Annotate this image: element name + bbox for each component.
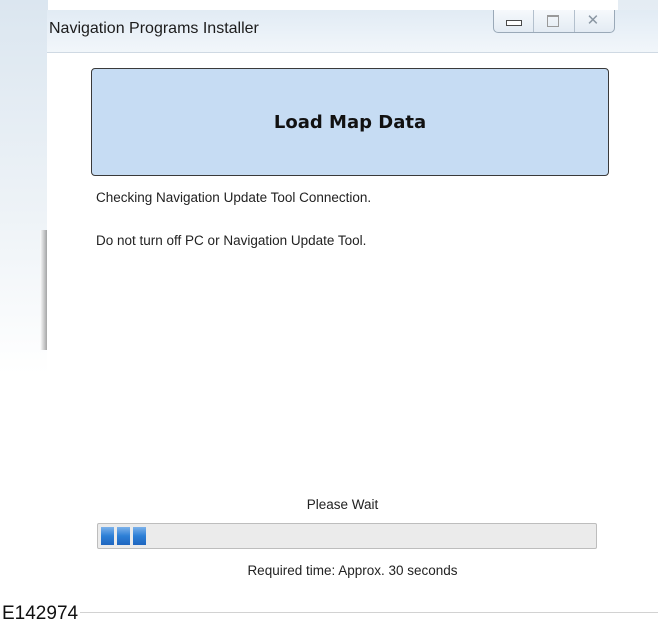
progress-segment	[133, 527, 146, 545]
window-controls: ✕	[493, 10, 615, 33]
window-bottom-border	[47, 612, 658, 613]
installer-window: Navigation Programs Installer ✕ Load Map…	[47, 10, 658, 614]
progress-segment	[117, 527, 130, 545]
figure-code-label: E142974	[2, 603, 81, 624]
progress-bar	[97, 523, 597, 549]
header-panel: Load Map Data	[91, 68, 609, 176]
title-bar[interactable]: Navigation Programs Installer ✕	[47, 10, 658, 53]
close-button[interactable]: ✕	[575, 10, 614, 32]
maximize-icon	[547, 15, 560, 27]
progress-fill	[101, 527, 146, 545]
window-title: Navigation Programs Installer	[49, 20, 259, 37]
minimize-button[interactable]	[494, 10, 535, 32]
maximize-button[interactable]	[534, 10, 575, 32]
status-message-connection: Checking Navigation Update Tool Connecti…	[96, 190, 372, 205]
desktop-background-left	[0, 0, 48, 624]
status-message-warning: Do not turn off PC or Navigation Update …	[96, 233, 367, 248]
window-content: Load Map Data Checking Navigation Update…	[47, 53, 658, 614]
header-title: Load Map Data	[273, 111, 427, 133]
minimize-icon	[506, 20, 522, 26]
required-time-label: Required time: Approx. 30 seconds	[247, 563, 458, 578]
close-icon: ✕	[586, 12, 600, 29]
please-wait-label: Please Wait	[306, 497, 379, 512]
progress-segment	[101, 527, 114, 545]
